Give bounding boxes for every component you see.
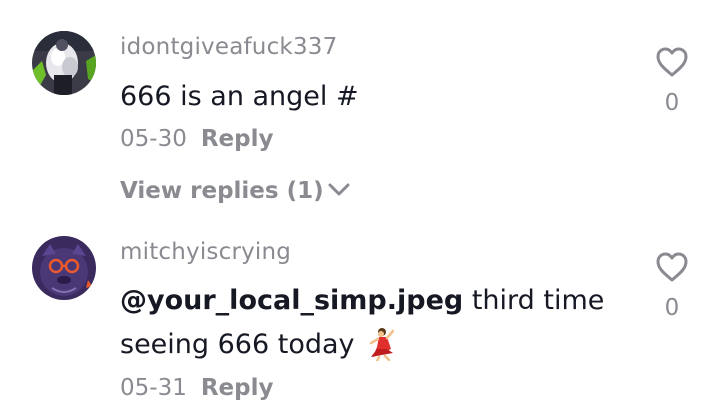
heart-icon <box>656 252 688 282</box>
comment-username[interactable]: idontgiveafuck337 <box>120 34 337 60</box>
avatar[interactable] <box>32 236 96 300</box>
comment-date: 05-31 <box>120 375 187 401</box>
comment-text-line: @your_local_simp.jpeg third time <box>120 279 604 323</box>
comment-text-line: seeing 666 today <box>120 323 395 375</box>
avatar-drawing-icon <box>32 236 96 300</box>
comment-text: seeing 666 today <box>120 329 355 360</box>
avatar-photo-icon <box>32 31 96 95</box>
comment-meta: 05-31 Reply <box>120 375 274 401</box>
comment-meta: 05-30 Reply <box>120 126 274 152</box>
avatar[interactable] <box>32 31 96 95</box>
comment-username[interactable]: mitchyiscrying <box>120 239 291 265</box>
like-button[interactable]: 0 <box>652 251 692 321</box>
like-count: 0 <box>664 295 680 321</box>
view-replies-label: View replies (1) <box>120 178 324 204</box>
comment-text: third time <box>463 285 605 316</box>
mention-link[interactable]: @your_local_simp.jpeg <box>120 285 463 316</box>
like-button[interactable]: 0 <box>652 46 692 116</box>
view-replies-button[interactable]: View replies (1) <box>120 178 350 204</box>
like-count: 0 <box>664 90 680 116</box>
comment-text: 666 is an angel # <box>120 81 359 112</box>
reply-button[interactable]: Reply <box>201 126 274 152</box>
comment-item: mitchyiscrying @your_local_simp.jpeg thi… <box>0 215 720 415</box>
comment-item: idontgiveafuck337 666 is an angel # 05-3… <box>0 0 720 215</box>
comment-date: 05-30 <box>120 126 187 152</box>
chevron-down-icon <box>328 183 350 195</box>
heart-icon <box>656 47 688 77</box>
reply-button[interactable]: Reply <box>201 375 274 401</box>
dancer-emoji-icon <box>365 327 395 375</box>
